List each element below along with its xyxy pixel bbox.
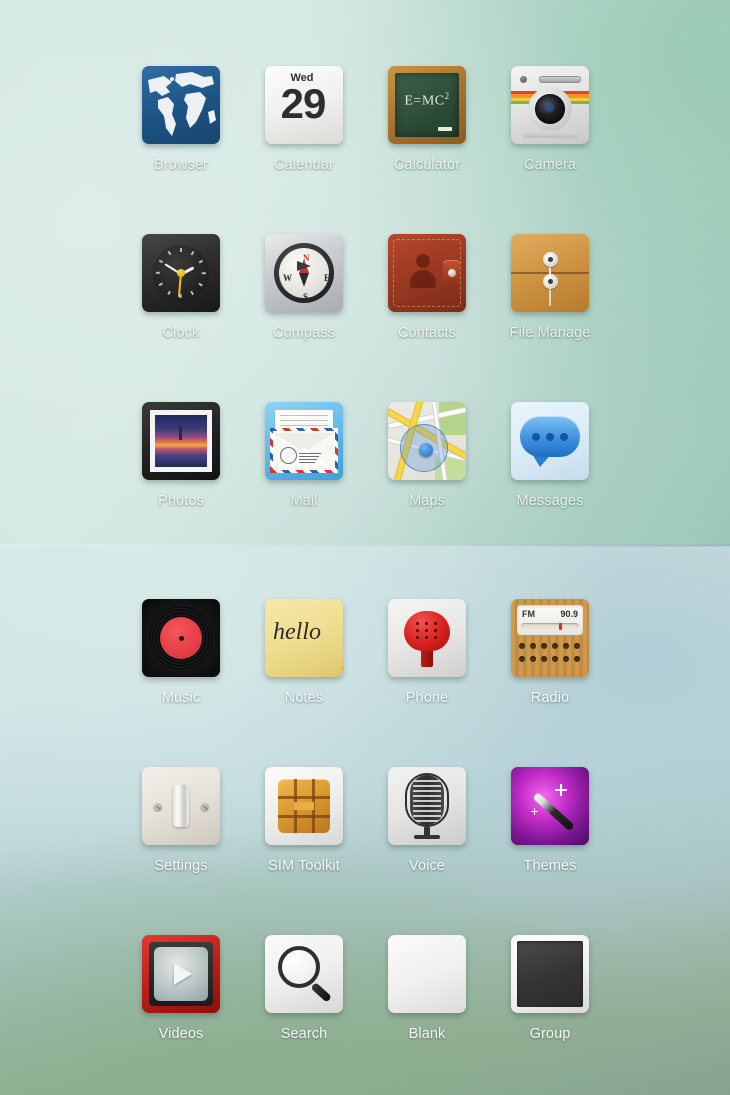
app-label: File Manage	[509, 325, 591, 341]
picture-frame-icon-wrap[interactable]	[142, 402, 220, 480]
app-icon-file-manage[interactable]: File Manage	[459, 234, 641, 341]
app-label: Messages	[516, 493, 584, 509]
globe-icon-wrap[interactable]	[142, 66, 220, 144]
magnifier-icon	[265, 935, 343, 1013]
app-icon-radio[interactable]: FM 90.9 Radio	[459, 599, 641, 706]
sticky-note-icon-wrap[interactable]: hello	[265, 599, 343, 677]
vinyl-record-icon	[142, 599, 220, 677]
radio-icon-wrap[interactable]: FM 90.9	[511, 599, 589, 677]
app-icon-messages[interactable]: Messages	[459, 402, 641, 509]
blank-square-icon-wrap[interactable]	[388, 935, 466, 1013]
compass-icon-wrap[interactable]: NESW	[265, 234, 343, 312]
envelope-folder-icon-wrap[interactable]	[511, 234, 589, 312]
alarm-clock-icon	[142, 234, 220, 312]
wallet-icon-wrap[interactable]	[388, 234, 466, 312]
blank-square-icon	[388, 935, 466, 1013]
note-text: hello	[273, 619, 321, 645]
handset-icon	[388, 599, 466, 677]
radio-frequency: 90.9	[560, 609, 578, 619]
app-icon-themes[interactable]: Themes	[459, 767, 641, 874]
group-folder-icon-wrap[interactable]	[511, 935, 589, 1013]
chalkboard-icon-wrap[interactable]: E=MC2	[388, 66, 466, 144]
magic-wand-icon	[511, 767, 589, 845]
group-folder-icon	[511, 935, 589, 1013]
picture-frame-icon	[142, 402, 220, 480]
app-label: Radio	[530, 690, 570, 706]
magic-wand-icon-wrap[interactable]	[511, 767, 589, 845]
app-grid: Browser Wed 29 Calendar E=MC2 Calculator Camer…	[0, 0, 730, 1095]
app-drawer-screen: Browser Wed 29 Calendar E=MC2 Calculator Camer…	[0, 0, 730, 1095]
app-label: Themes	[523, 858, 577, 874]
map-pin-icon-wrap[interactable]	[388, 402, 466, 480]
calendar-icon: Wed 29	[265, 66, 343, 144]
app-icon-camera[interactable]: Camera	[459, 66, 641, 173]
app-icon-group[interactable]: Group	[459, 935, 641, 1042]
magnifier-icon-wrap[interactable]	[265, 935, 343, 1013]
calendar-icon-wrap[interactable]: Wed 29	[265, 66, 343, 144]
microphone-icon-wrap[interactable]	[388, 767, 466, 845]
speech-bubble-icon-wrap[interactable]	[511, 402, 589, 480]
calculator-formula: E=MC2	[404, 91, 450, 109]
wallet-icon	[388, 234, 466, 312]
app-label: Group	[529, 1026, 571, 1042]
envelope-folder-icon	[511, 234, 589, 312]
camera-icon	[511, 66, 589, 144]
sim-card-icon-wrap[interactable]	[265, 767, 343, 845]
calendar-day: 29	[280, 80, 327, 127]
chalk-icon	[438, 127, 452, 131]
speech-bubble-icon	[511, 402, 589, 480]
radio-band: FM	[522, 609, 535, 619]
handset-icon-wrap[interactable]	[388, 599, 466, 677]
airmail-envelope-icon	[265, 402, 343, 480]
play-screen-icon	[142, 935, 220, 1013]
airmail-envelope-icon-wrap[interactable]	[265, 402, 343, 480]
sim-card-icon	[265, 767, 343, 845]
alarm-clock-icon-wrap[interactable]	[142, 234, 220, 312]
vinyl-record-icon-wrap[interactable]	[142, 599, 220, 677]
compass-icon: NESW	[265, 234, 343, 312]
light-switch-icon	[142, 767, 220, 845]
app-label: Camera	[523, 157, 577, 173]
sticky-note-icon: hello	[265, 599, 343, 677]
camera-icon-wrap[interactable]	[511, 66, 589, 144]
map-pin-icon	[388, 402, 466, 480]
light-switch-icon-wrap[interactable]	[142, 767, 220, 845]
play-screen-icon-wrap[interactable]	[142, 935, 220, 1013]
microphone-icon	[388, 767, 466, 845]
chalkboard-icon: E=MC2	[388, 66, 466, 144]
globe-icon	[142, 66, 220, 144]
radio-icon: FM 90.9	[511, 599, 589, 677]
